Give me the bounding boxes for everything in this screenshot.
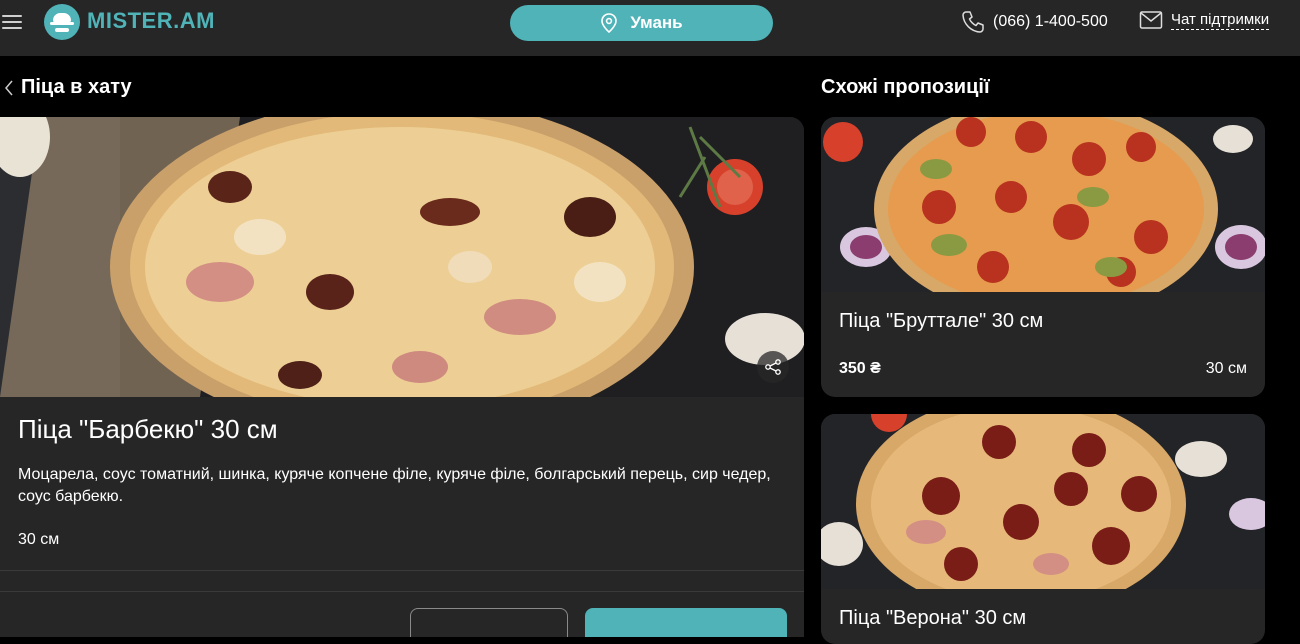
menu-icon[interactable]	[2, 13, 24, 31]
product-size: 30 см	[18, 531, 60, 548]
logo-text[interactable]: MISTER.AM	[87, 8, 215, 34]
phone-link[interactable]: (066) 1-400-500	[961, 10, 1108, 34]
support-chat-link[interactable]: Чат підтримки	[1139, 10, 1270, 30]
back-label: Піца в хату	[21, 76, 132, 98]
location-pin-icon	[601, 13, 618, 33]
product-image	[821, 117, 1265, 292]
similar-product-card[interactable]: Піца "Бруттале" 30 см 350 ₴ 30 см	[821, 117, 1265, 397]
share-icon	[765, 359, 781, 375]
similar-offers-title: Схожі пропозиції	[821, 76, 990, 98]
phone-icon	[962, 11, 984, 33]
similar-product-price: 350 ₴	[839, 360, 881, 377]
divider	[0, 570, 804, 571]
product-image	[821, 414, 1265, 589]
product-title: Піца "Барбекю" 30 см	[18, 414, 278, 444]
similar-product-name: Піца "Бруттале" 30 см	[839, 310, 1044, 332]
top-header: MISTER.AM Умань (066) 1-400-500 Чат підт…	[0, 0, 1300, 56]
product-image	[0, 117, 804, 397]
support-chat-label: Чат підтримки	[1171, 10, 1270, 30]
back-link[interactable]: Піца в хату	[3, 76, 132, 99]
similar-product-size: 30 см	[1205, 360, 1247, 377]
city-select-button[interactable]: Умань	[510, 5, 773, 41]
product-description: Моцарела, соус томатний, шинка, куряче к…	[18, 466, 771, 505]
share-button[interactable]	[757, 351, 789, 383]
primary-action-button[interactable]	[585, 608, 787, 637]
envelope-icon	[1139, 11, 1163, 29]
chevron-left-icon	[5, 80, 13, 95]
divider	[0, 591, 804, 592]
similar-product-name: Піца "Верона" 30 см	[839, 607, 1027, 629]
phone-number: (066) 1-400-500	[993, 13, 1108, 30]
product-card: Піца "Барбекю" 30 см Моцарела, соус тома…	[0, 117, 804, 637]
logo-icon[interactable]	[44, 4, 80, 40]
city-label: Умань	[630, 13, 683, 32]
similar-product-card[interactable]: Піца "Верона" 30 см	[821, 414, 1265, 644]
secondary-action-button[interactable]	[410, 608, 568, 637]
